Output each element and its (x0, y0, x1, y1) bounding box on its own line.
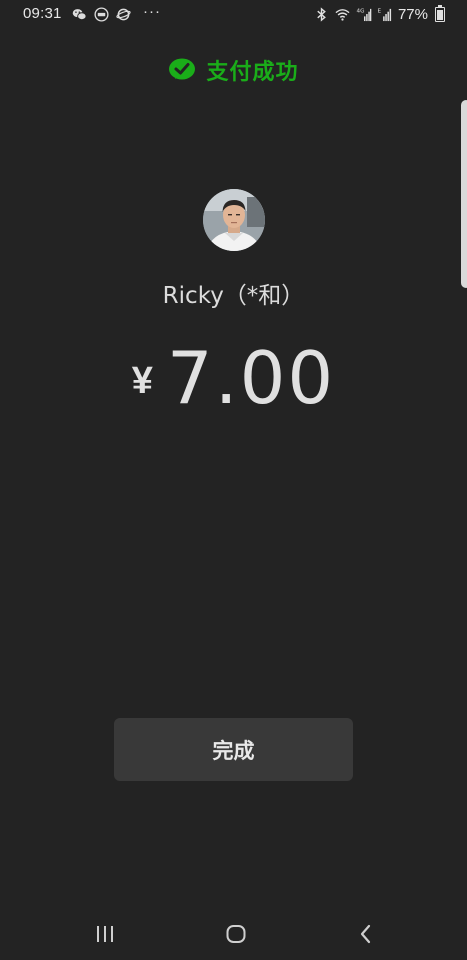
status-time: 09:31 (23, 5, 62, 22)
payment-success-header: 支付成功 (0, 54, 467, 86)
payment-amount: ¥ 7.00 (0, 336, 467, 420)
battery-level (437, 9, 443, 20)
back-icon (360, 924, 371, 944)
back-button[interactable] (346, 914, 386, 954)
signal-4g-icon: 4G (356, 8, 372, 21)
success-title: 支付成功 (206, 60, 299, 85)
more-notifications-icon: ··· (143, 2, 161, 20)
bluetooth-icon (317, 6, 326, 22)
done-button[interactable]: 完成 (114, 718, 353, 781)
payee-name: Ricky（*和） (162, 283, 305, 309)
status-bar: 09:31 ··· 4G E 77% (0, 0, 467, 28)
home-button[interactable] (216, 914, 256, 954)
recent-apps-icon (97, 926, 113, 942)
wechat-notification-icon (72, 8, 87, 20)
battery-icon (435, 4, 445, 22)
amount-value: 7.00 (166, 336, 336, 420)
navigation-bar (0, 900, 467, 960)
edge-panel-handle[interactable] (461, 100, 467, 288)
success-check-icon (169, 58, 196, 80)
battery-percent: 77% (397, 5, 428, 23)
signal-e-icon: E (377, 8, 392, 21)
svg-text:E: E (377, 8, 381, 14)
home-icon (226, 925, 246, 943)
wifi-icon (335, 8, 350, 21)
idm-notification-icon (94, 6, 109, 22)
svg-text:4G: 4G (356, 8, 364, 14)
planet-notification-icon (116, 8, 131, 20)
avatar (203, 189, 265, 251)
recent-apps-button[interactable] (85, 914, 125, 954)
system-icons: 4G E 77% (314, 4, 445, 23)
notification-icons: ··· (72, 2, 161, 23)
currency-symbol: ¥ (131, 360, 153, 402)
